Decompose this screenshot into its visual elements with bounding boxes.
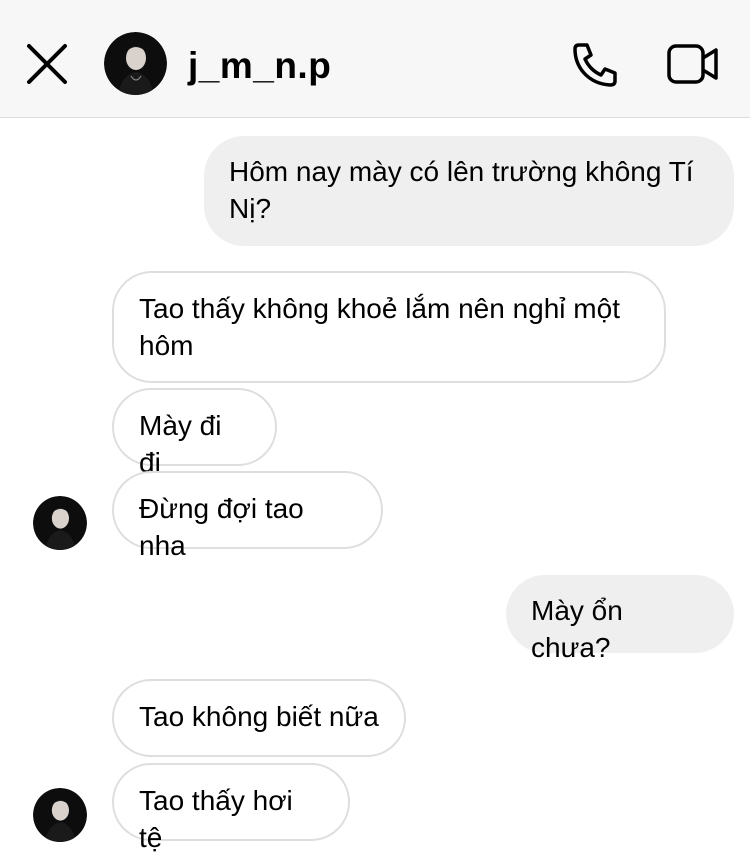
avatar[interactable] [104,32,167,95]
video-camera-icon[interactable] [666,42,720,86]
incoming-message[interactable]: Tao không biết nữa [112,679,406,757]
incoming-message[interactable]: Tao thấy hơi tệ [112,763,350,853]
phone-icon[interactable] [570,40,620,88]
incoming-message[interactable]: Tao thấy không khoẻ lắm nên nghỉ một hôm [112,271,666,383]
close-icon[interactable] [24,41,70,87]
outgoing-message[interactable]: Hôm nay mày có lên trường không Tí Nị? [204,136,734,246]
incoming-message[interactable]: Mày đi đi [112,388,277,478]
chat-header: j_m_n.p [0,0,750,118]
avatar[interactable] [33,496,87,550]
avatar[interactable] [33,788,87,842]
incoming-message[interactable]: Đừng đợi tao nha [112,471,383,561]
outgoing-message[interactable]: Mày ổn chưa? [506,575,734,663]
username[interactable]: j_m_n.p [188,44,331,88]
